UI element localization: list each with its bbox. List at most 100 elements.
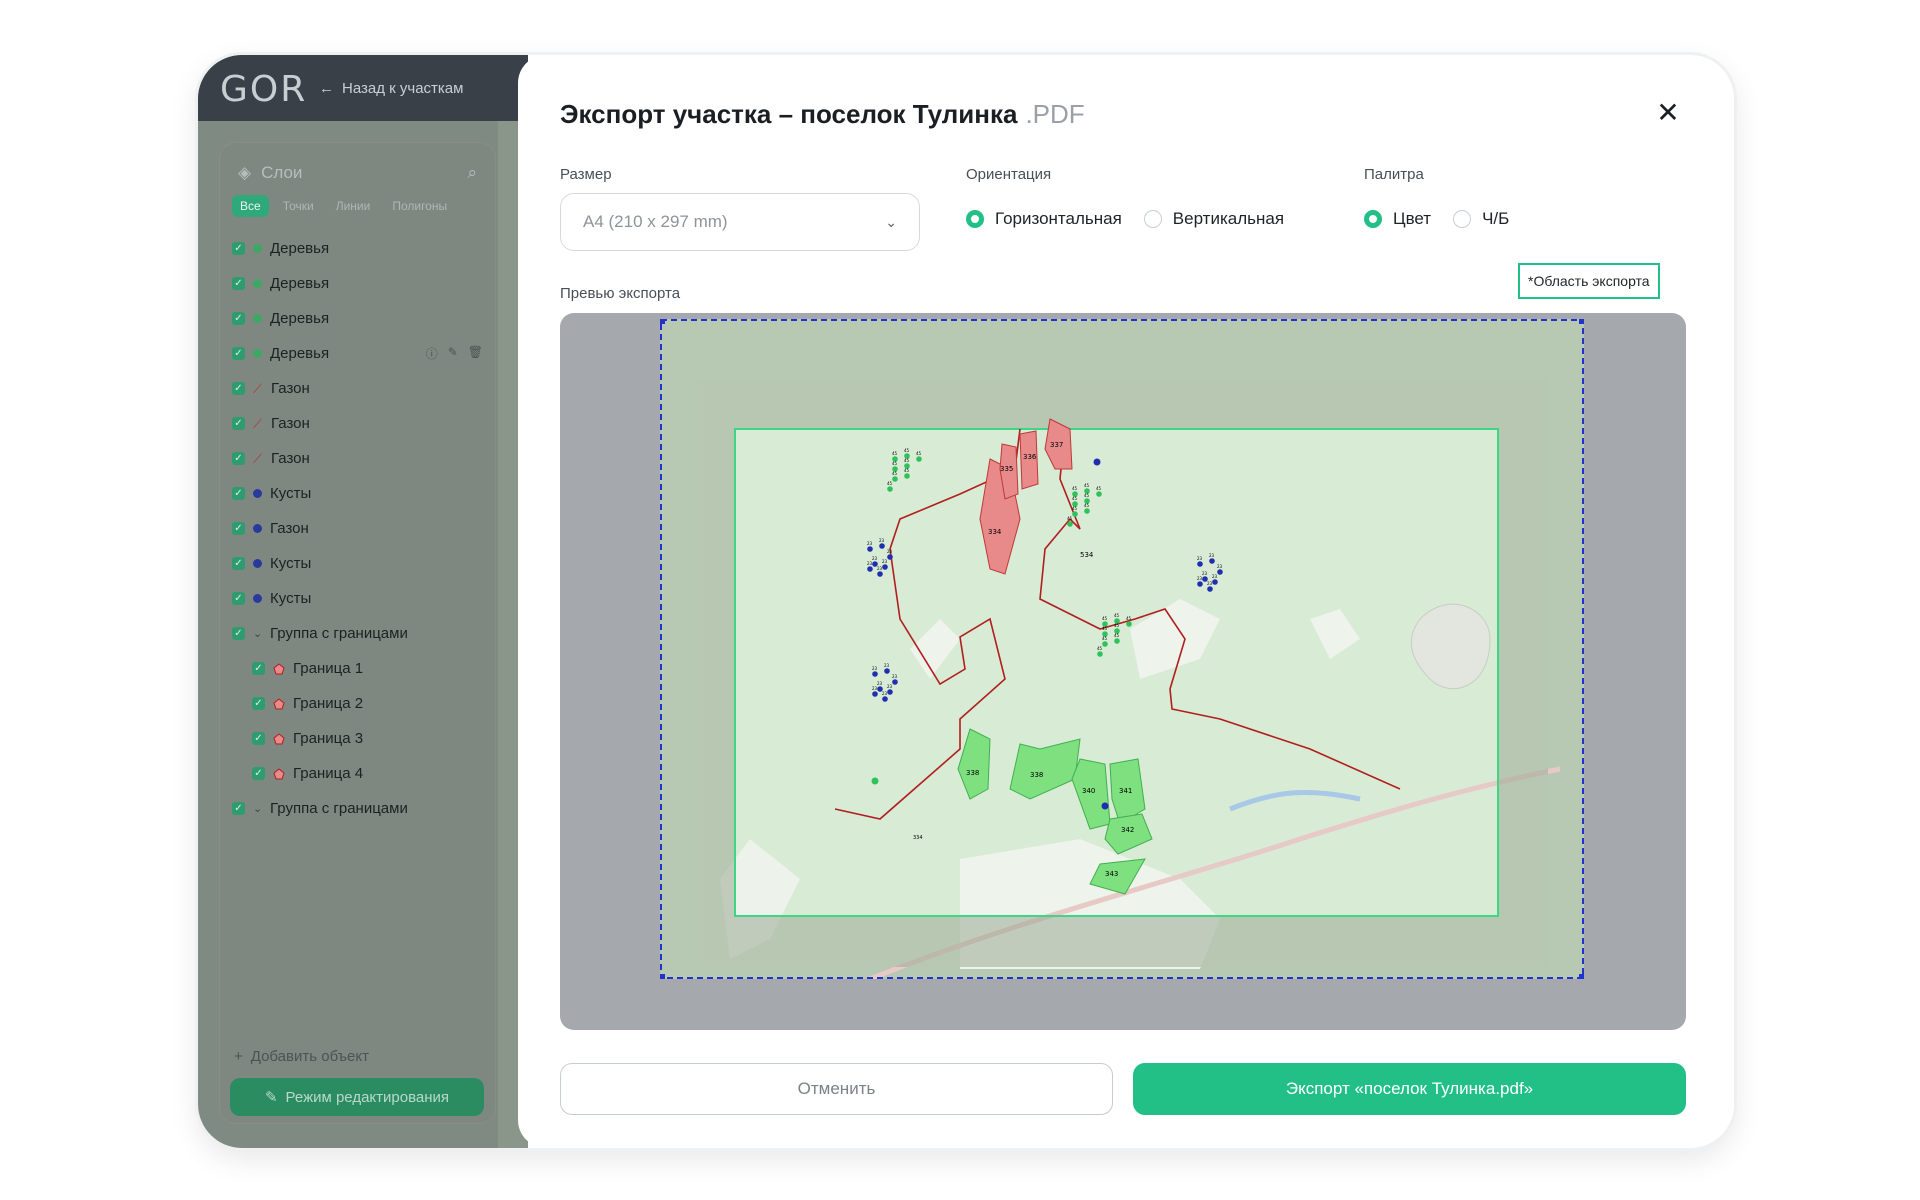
back-link-label: Назад к участкам [342,80,464,97]
layer-item[interactable]: ✓ ⌄ Группа с границами [232,791,487,826]
point-label: 23 [867,541,873,546]
frame-handle[interactable] [1579,974,1584,979]
layer-item[interactable]: ✓ ⌄ Группа с границами [232,616,487,651]
layer-item[interactable]: ✓ Граница 4 [232,756,487,791]
palette-bw-radio[interactable]: Ч/Б [1453,209,1509,229]
export-button[interactable]: Экспорт «поселок Тулинка.pdf» [1133,1063,1686,1115]
layer-list: ✓ Деревья ✓ Деревья ✓ Деревья ✓ Деревья ⓘ ✎ 🗑 ✓ ⟋ Газ… [232,231,487,826]
layer-item[interactable]: ✓ Деревья [232,301,487,336]
layer-checkbox[interactable]: ✓ [252,662,265,675]
layer-checkbox[interactable]: ✓ [232,347,245,360]
layer-checkbox[interactable]: ✓ [232,627,245,640]
export-area-badge: *Область экспорта [1518,263,1660,299]
layer-label: Граница 4 [293,765,364,782]
map-point [867,566,873,572]
layer-item[interactable]: ✓ ⟋ Газон [232,406,487,441]
layer-checkbox[interactable]: ✓ [232,312,245,325]
layer-checkbox[interactable]: ✓ [232,277,245,290]
frame-handle[interactable] [660,319,665,324]
layer-checkbox[interactable]: ✓ [232,592,245,605]
back-to-parcels-link[interactable]: ← Назад к участкам [319,80,463,97]
add-object-button[interactable]: + Добавить объект [234,1048,369,1065]
parcel-label: 340 [1082,787,1095,795]
search-icon[interactable]: ⌕ [467,163,477,183]
map-point [1207,586,1213,592]
filter-tab-polygons[interactable]: Полигоны [384,195,455,217]
parcel-label: 342 [1121,826,1134,834]
layer-checkbox[interactable]: ✓ [232,417,245,430]
map-point [1114,638,1120,644]
layer-item[interactable]: ✓ Кусты [232,476,487,511]
point-label: 23 [882,691,888,696]
map-point [882,564,888,570]
orientation-radio-group: Горизонтальная Вертикальная [966,209,1306,229]
layer-checkbox[interactable]: ✓ [232,452,245,465]
layer-checkbox[interactable]: ✓ [252,732,265,745]
polygon-icon [273,767,285,779]
orientation-horizontal-label: Горизонтальная [995,209,1122,228]
layer-item[interactable]: ✓ Деревья [232,231,487,266]
map-point [887,486,893,492]
layer-item[interactable]: ✓ Граница 1 [232,651,487,686]
map-point [872,691,878,697]
info-icon[interactable]: ⓘ [426,345,438,362]
layer-item[interactable]: ✓ Деревья [232,266,487,301]
layer-checkbox[interactable]: ✓ [232,557,245,570]
map-point [1102,641,1108,647]
filter-tab-lines[interactable]: Линии [328,195,379,217]
close-icon[interactable]: ✕ [1653,99,1683,129]
parcel-label: 341 [1119,787,1132,795]
trash-icon[interactable]: 🗑 [468,345,483,362]
point-label: 45 [1072,496,1078,501]
frame-handle[interactable] [1579,319,1584,324]
point-label: 23 [1207,581,1213,586]
orientation-vertical-radio[interactable]: Вертикальная [1143,209,1284,229]
layer-checkbox[interactable]: ✓ [232,242,245,255]
layer-item[interactable]: ✓ Кусты [232,546,487,581]
cancel-button[interactable]: Отменить [560,1063,1113,1115]
palette-color-radio[interactable]: Цвет [1364,209,1431,229]
point-label: 45 [892,461,898,466]
chevron-down-icon: ⌄ [885,213,897,230]
palette-radio-group: Цвет Ч/Б [1364,209,1531,229]
layer-item[interactable]: ✓ ⟋ Газон [232,371,487,406]
frame-handle[interactable] [660,974,665,979]
orientation-horizontal-radio[interactable]: Горизонтальная [966,209,1122,229]
layer-checkbox[interactable]: ✓ [252,767,265,780]
layer-checkbox[interactable]: ✓ [232,382,245,395]
layer-checkbox[interactable]: ✓ [232,487,245,500]
orientation-label: Ориентация [966,166,1052,183]
line-icon: ⟋ [253,380,263,396]
layer-checkbox[interactable]: ✓ [232,522,245,535]
filter-tab-all[interactable]: Все [232,195,269,217]
edit-mode-button[interactable]: ✎ Режим редактирования [230,1078,484,1116]
map-point [892,476,898,482]
layers-title: Слои [261,163,303,182]
layer-label: Кусты [270,590,312,607]
edit-icon[interactable]: ✎ [448,345,458,362]
layer-item[interactable]: ✓ Граница 3 [232,721,487,756]
preview-map[interactable]: 334 335 336 337 534 338 338 340 341 342 … [660,319,1584,979]
point-label: 45 [1102,626,1108,631]
layer-item[interactable]: ✓ Кусты [232,581,487,616]
layer-label: Газон [270,520,309,537]
point-label: 23 [1197,576,1203,581]
line-icon: ⟋ [253,450,263,466]
layer-item[interactable]: ✓ Газон [232,511,487,546]
layer-checkbox[interactable]: ✓ [232,802,245,815]
modal-title-ext: .PDF [1025,99,1085,129]
preview-label: Превью экспорта [560,285,681,302]
point-label: 23 [877,681,883,686]
layer-item[interactable]: ✓ Деревья ⓘ ✎ 🗑 [232,336,487,371]
green-dot-icon [253,279,262,288]
filter-tab-points[interactable]: Точки [275,195,322,217]
layer-item[interactable]: ✓ ⟋ Газон [232,441,487,476]
modal-title: Экспорт участка – поселок Тулинка .PDF [560,99,1085,130]
layer-checkbox[interactable]: ✓ [252,697,265,710]
point-label: 45 [1067,516,1073,521]
size-select[interactable]: A4 (210 x 297 mm) ⌄ [560,193,920,251]
point-label: 23 [887,549,893,554]
layer-item[interactable]: ✓ Граница 2 [232,686,487,721]
green-dot-icon [253,314,262,323]
layers-header: ◈ Слои ⌕ [238,161,477,185]
